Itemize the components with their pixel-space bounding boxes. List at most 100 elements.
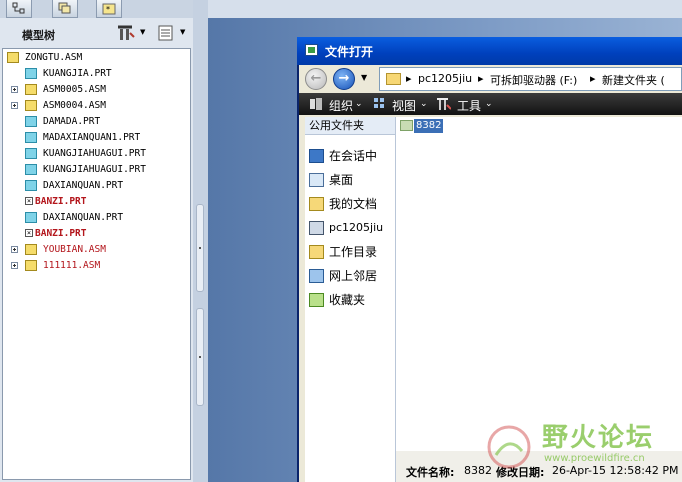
tree-item[interactable]: MADAXIANQUAN1.PRT: [3, 131, 189, 145]
organize-icon: [310, 98, 322, 110]
watermark: 野火论坛 www.proewildfire.cn: [480, 413, 682, 473]
tree-item[interactable]: KUANGJIAHUAGUI.PRT: [3, 163, 189, 177]
tree-item[interactable]: DAMADA.PRT: [3, 115, 189, 129]
tree-item[interactable]: DAXIANQUAN.PRT: [3, 211, 189, 225]
model-tree-panel: * 模型树 ▼ ▼ ZONGTU.ASM KUANGJIA.PRT ASM0005.…: [0, 0, 193, 482]
star-folder-icon: *: [102, 3, 116, 15]
address-bar: ← → ▼ ▸ pc1205jiu ▸ 可拆卸驱动器 (F:) ▸ 新建文件夹 …: [299, 65, 682, 93]
part-icon: [25, 148, 37, 159]
tree-item[interactable]: × BANZI.PRT: [3, 227, 189, 241]
views-icon: [374, 98, 384, 108]
history-dropdown-icon[interactable]: ▼: [361, 73, 367, 82]
back-arrow-icon: ←: [310, 71, 322, 86]
tree-item[interactable]: 111111.ASM: [3, 259, 189, 273]
organize-menu[interactable]: 组织: [329, 97, 353, 114]
watermark-text: 野火论坛: [542, 423, 655, 453]
views-chevron-icon[interactable]: ⌄: [420, 99, 428, 109]
organize-chevron-icon[interactable]: ⌄: [355, 99, 363, 109]
expand-icon[interactable]: [11, 246, 18, 253]
tree-header: 模型树 ▼ ▼: [0, 18, 193, 48]
nav-item-label: 我的文档: [329, 197, 378, 211]
nav-item-label: 网上邻居: [329, 269, 378, 283]
splitter-grip-lower[interactable]: [196, 308, 204, 406]
tools-chevron-icon[interactable]: ⌄: [485, 99, 493, 109]
nav-item-label: 在会话中: [329, 149, 378, 163]
tree-item-label: BANZI.PRT: [35, 196, 87, 207]
part-icon: [25, 132, 37, 143]
tree-item-label: DAXIANQUAN.PRT: [43, 180, 124, 191]
part-icon: [25, 212, 37, 223]
tree-item-label: ZONGTU.ASM: [25, 52, 83, 63]
breadcrumb-segment[interactable]: pc1205jiu: [418, 72, 472, 85]
dialog-app-icon: [305, 44, 318, 56]
forward-button[interactable]: →: [333, 68, 355, 90]
model-tree: ZONGTU.ASM KUANGJIA.PRT ASM0005.ASM ASM0004…: [2, 48, 191, 480]
tools-menu[interactable]: 工具: [457, 97, 481, 114]
tree-item-label: BANZI.PRT: [35, 228, 87, 239]
settings-dropdown-arrow-icon[interactable]: ▼: [140, 28, 145, 36]
nav-item-label: 收藏夹: [329, 293, 366, 307]
tree-item-label: ASM0005.ASM: [43, 84, 106, 95]
expand-icon[interactable]: [11, 262, 18, 269]
folder-name: 8382: [414, 119, 444, 133]
model-tree-tab[interactable]: [6, 0, 32, 18]
breadcrumb-segment[interactable]: 可拆卸驱动器 (F:): [490, 72, 577, 88]
suppressed-mark-icon: ×: [25, 229, 33, 237]
part-icon: [25, 180, 37, 191]
tree-item[interactable]: × BANZI.PRT: [3, 195, 189, 209]
panel-splitter[interactable]: [193, 0, 208, 482]
watermark-logo-icon: [487, 425, 531, 469]
expand-icon[interactable]: [11, 102, 18, 109]
part-icon: [25, 164, 37, 175]
tree-item-label: MADAXIANQUAN1.PRT: [43, 132, 141, 143]
dialog-title: 文件打开: [325, 45, 374, 59]
tree-item[interactable]: ASM0005.ASM: [3, 83, 189, 97]
part-icon: [25, 116, 37, 127]
tree-item[interactable]: ASM0004.ASM: [3, 99, 189, 113]
desktop-icon: [309, 173, 324, 187]
tree-item-label: YOUBIAN.ASM: [43, 244, 106, 255]
tree-item[interactable]: DAXIANQUAN.PRT: [3, 179, 189, 193]
path-breadcrumb[interactable]: ▸ pc1205jiu ▸ 可拆卸驱动器 (F:) ▸ 新建文件夹 (: [379, 67, 682, 91]
my-documents-icon: [309, 197, 324, 211]
tree-item[interactable]: KUANGJIA.PRT: [3, 67, 189, 81]
file-name-label: 文件名称:: [406, 466, 455, 479]
assembly-icon: [7, 52, 19, 63]
navigation-pane: 公用文件夹 在会话中 桌面 我的文档 pc1205jiu 工作目录 网上邻居 收藏夹: [305, 117, 396, 482]
assembly-icon: [25, 260, 37, 271]
session-icon: [309, 149, 324, 163]
back-button[interactable]: ←: [305, 68, 327, 90]
top-toolbar-strip: [208, 0, 682, 18]
favorites-icon: [309, 293, 324, 307]
show-dropdown-arrow-icon[interactable]: ▼: [180, 28, 185, 36]
expand-icon[interactable]: [11, 86, 18, 93]
assembly-icon: [25, 244, 37, 255]
part-icon: [25, 68, 37, 79]
tree-item[interactable]: YOUBIAN.ASM: [3, 243, 189, 257]
assembly-icon: [25, 84, 37, 95]
favorites-tab[interactable]: *: [96, 0, 122, 18]
computer-icon: [309, 221, 324, 235]
show-options-icon[interactable]: [158, 25, 174, 41]
working-directory-icon: [309, 245, 324, 259]
views-menu[interactable]: 视图: [392, 97, 416, 114]
tools-icon: [437, 98, 451, 110]
assembly-icon: [25, 100, 37, 111]
layer-tree-tab[interactable]: [52, 0, 78, 18]
tree-item-label: 111111.ASM: [43, 260, 101, 271]
tree-item[interactable]: KUANGJIAHUAGUI.PRT: [3, 147, 189, 161]
settings-tools-icon[interactable]: [118, 25, 136, 41]
tree-item-label: KUANGJIAHUAGUI.PRT: [43, 164, 146, 175]
nav-item-label: 桌面: [329, 173, 354, 187]
dialog-title-bar[interactable]: 文件打开: [297, 37, 682, 65]
svg-text:*: *: [106, 5, 110, 14]
splitter-grip-upper[interactable]: [196, 204, 204, 292]
common-folders-header: 公用文件夹: [305, 117, 395, 135]
tree-item-label: DAMADA.PRT: [43, 116, 101, 127]
panel-title: 模型树: [22, 29, 55, 42]
tree-item-label: KUANGJIAHUAGUI.PRT: [43, 148, 146, 159]
command-bar: 组织 ⌄ 视图 ⌄ 工具 ⌄: [299, 93, 682, 115]
breadcrumb-segment[interactable]: 新建文件夹 (: [602, 72, 665, 88]
watermark-url: www.proewildfire.cn: [544, 453, 645, 464]
tree-item[interactable]: ZONGTU.ASM: [3, 51, 189, 65]
